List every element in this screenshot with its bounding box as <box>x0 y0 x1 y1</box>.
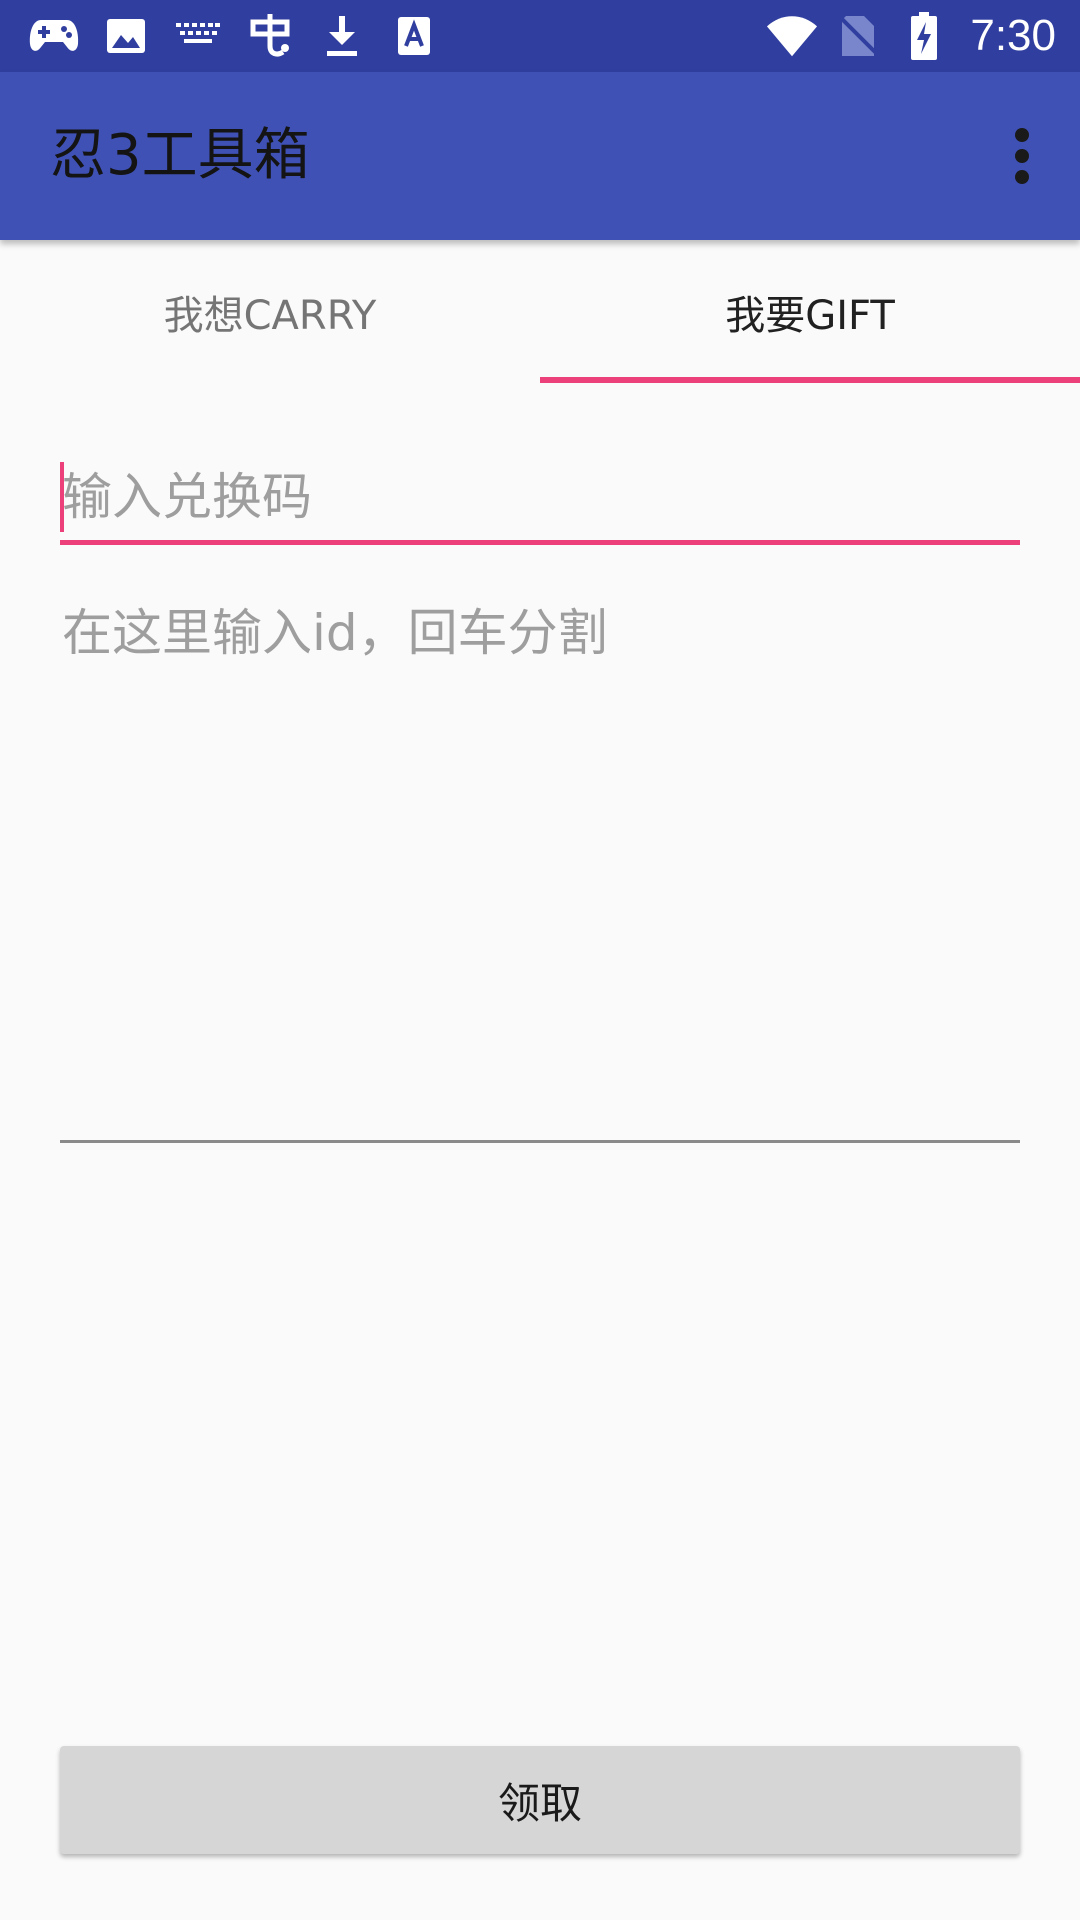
text-cursor <box>60 462 64 532</box>
redeem-code-input[interactable] <box>60 456 1022 538</box>
id-list-field <box>60 590 1022 1146</box>
app-title: 忍3工具箱 <box>50 123 310 188</box>
download-icon <box>316 12 368 60</box>
id-list-input[interactable] <box>60 590 1022 1130</box>
tab-gift[interactable]: 我要GIFT <box>540 240 1080 384</box>
claim-button[interactable]: 领取 <box>60 1746 1020 1854</box>
system-icons: 7:30 <box>766 8 1056 64</box>
more-options-icon[interactable] <box>1010 128 1034 184</box>
tab-carry-label: 我想CARRY <box>163 293 377 339</box>
id-list-underline <box>60 1140 1020 1143</box>
tab-indicator <box>540 377 1080 383</box>
gamepad-icon <box>28 12 80 60</box>
tab-gift-label: 我要GIFT <box>725 293 895 339</box>
redeem-code-field <box>60 456 1022 546</box>
redeem-code-underline <box>60 540 1020 545</box>
app-bar: 忍3工具箱 <box>0 72 1080 240</box>
status-bar: 7:30 <box>0 0 1080 72</box>
image-icon <box>100 12 152 60</box>
keyboard-icon <box>172 12 224 60</box>
app-screen: 7:30 忍3工具箱 我想CARRY 我要GIFT 领取 <box>0 0 1080 1920</box>
wifi-icon <box>766 12 818 60</box>
tab-bar: 我想CARRY 我要GIFT <box>0 240 1080 384</box>
no-sim-icon <box>832 12 884 60</box>
notification-icons <box>28 12 460 60</box>
tab-carry[interactable]: 我想CARRY <box>0 240 540 384</box>
battery-charging-icon <box>898 12 950 60</box>
status-time: 7:30 <box>970 11 1056 60</box>
text-a-icon <box>388 12 440 60</box>
hook-icon <box>244 12 296 60</box>
